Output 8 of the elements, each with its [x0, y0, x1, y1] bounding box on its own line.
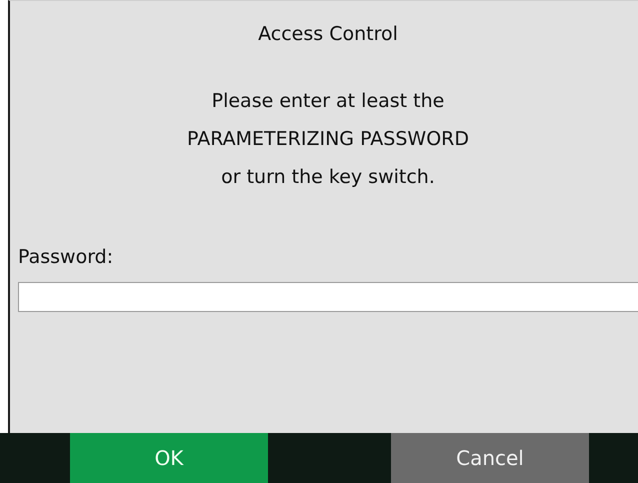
message-line: PARAMETERIZING PASSWORD: [186, 127, 469, 152]
password-label: Password:: [18, 246, 114, 268]
ok-button[interactable]: OK: [70, 433, 268, 483]
dialog-title: Access Control: [257, 23, 399, 45]
message-line: Please enter at least the: [212, 89, 444, 114]
message-line: or turn the key switch.: [221, 165, 435, 190]
cancel-button[interactable]: Cancel: [391, 433, 589, 483]
password-field[interactable]: [18, 282, 638, 312]
